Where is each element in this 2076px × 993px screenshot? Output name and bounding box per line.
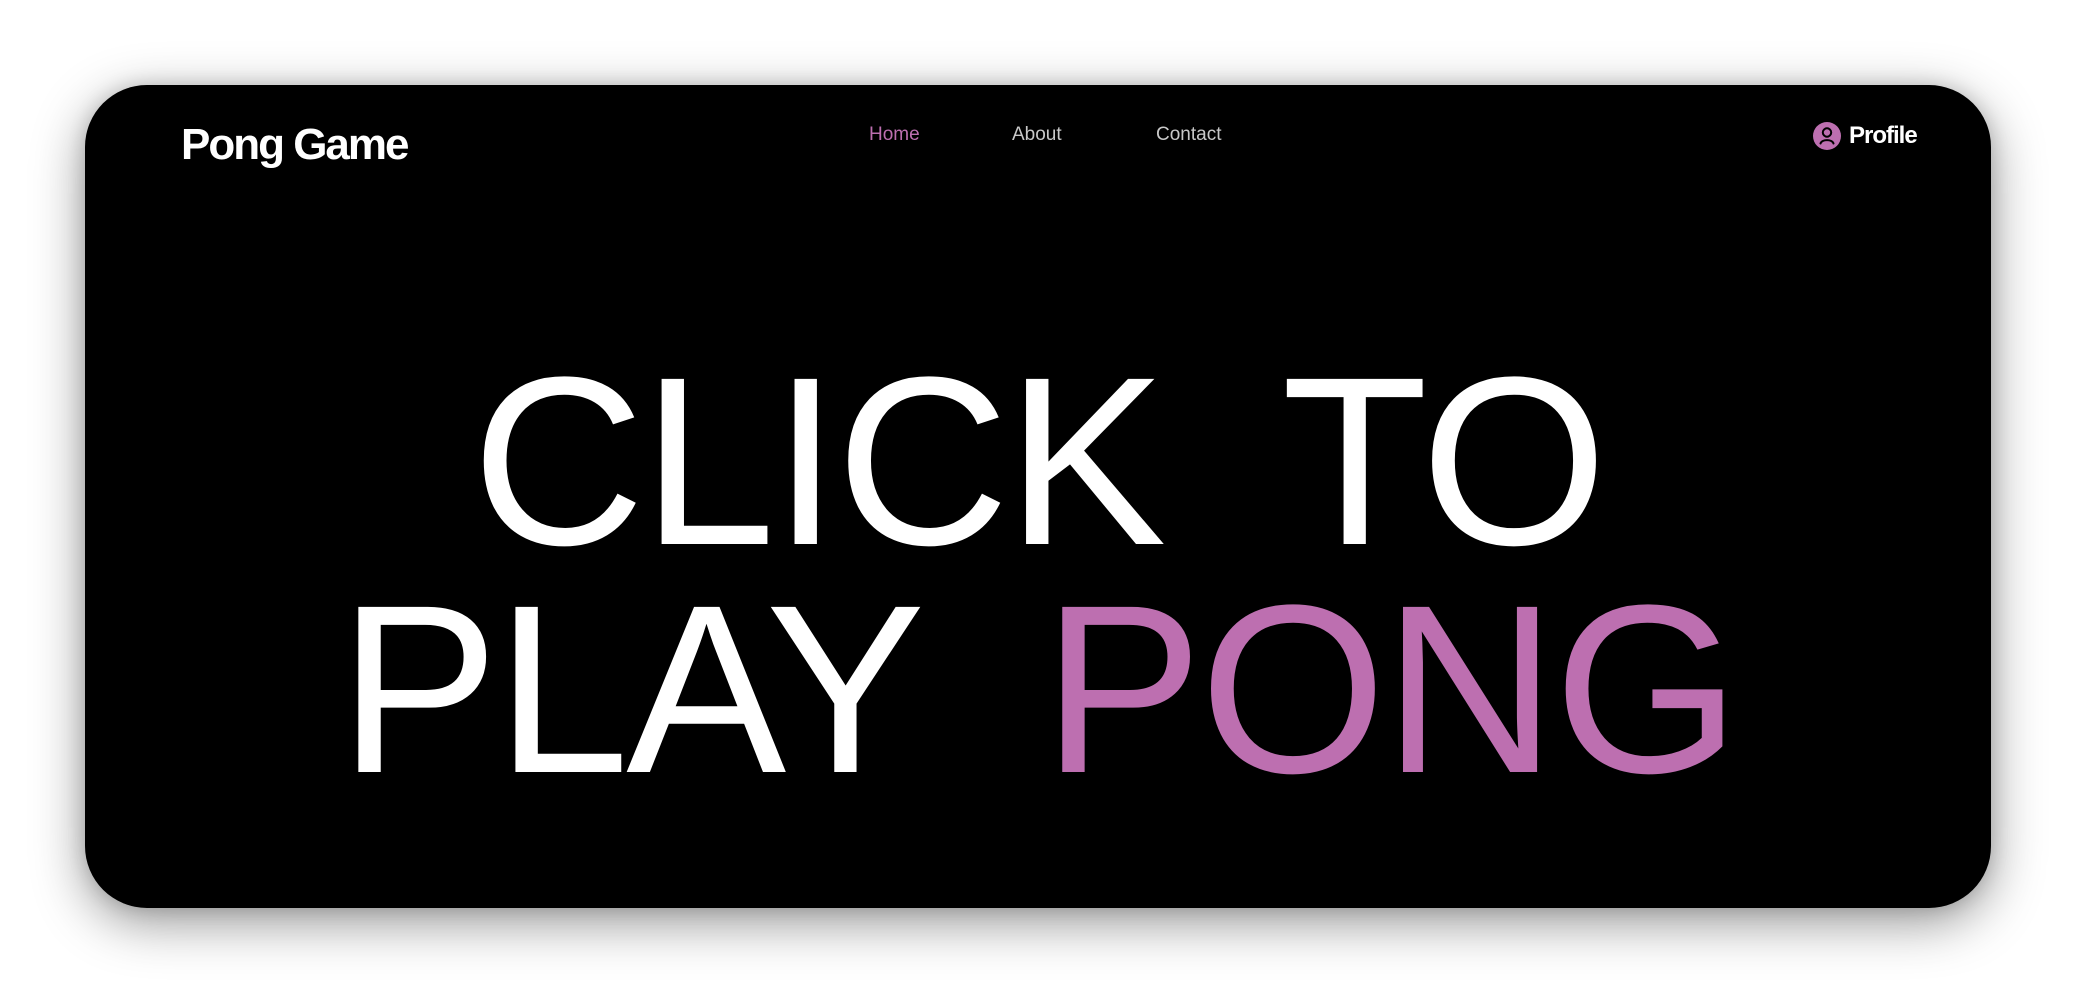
hero-line-1: CLICK TO [85, 327, 1991, 595]
nav-link-home[interactable]: Home [869, 115, 920, 155]
profile-button[interactable]: Profile [1813, 113, 1918, 159]
hero-word-click: CLICK [471, 327, 1167, 595]
nav-link-about[interactable]: About [1012, 115, 1062, 155]
hero-word-pong: PONG [1042, 555, 1741, 823]
nav-link-contact[interactable]: Contact [1156, 115, 1221, 155]
hero-word-play: PLAY [338, 555, 926, 823]
main-nav: Home About Contact [85, 115, 1991, 155]
hero-word-to: TO [1281, 327, 1607, 595]
play-hero-button[interactable]: CLICK TO PLAY PONG [85, 327, 1991, 823]
profile-label: Profile [1849, 122, 1918, 149]
hero-line-2: PLAY PONG [85, 555, 1991, 823]
user-circle-icon [1813, 122, 1841, 150]
app-window: Pong Game Home About Contact Profile CLI… [85, 85, 1991, 908]
